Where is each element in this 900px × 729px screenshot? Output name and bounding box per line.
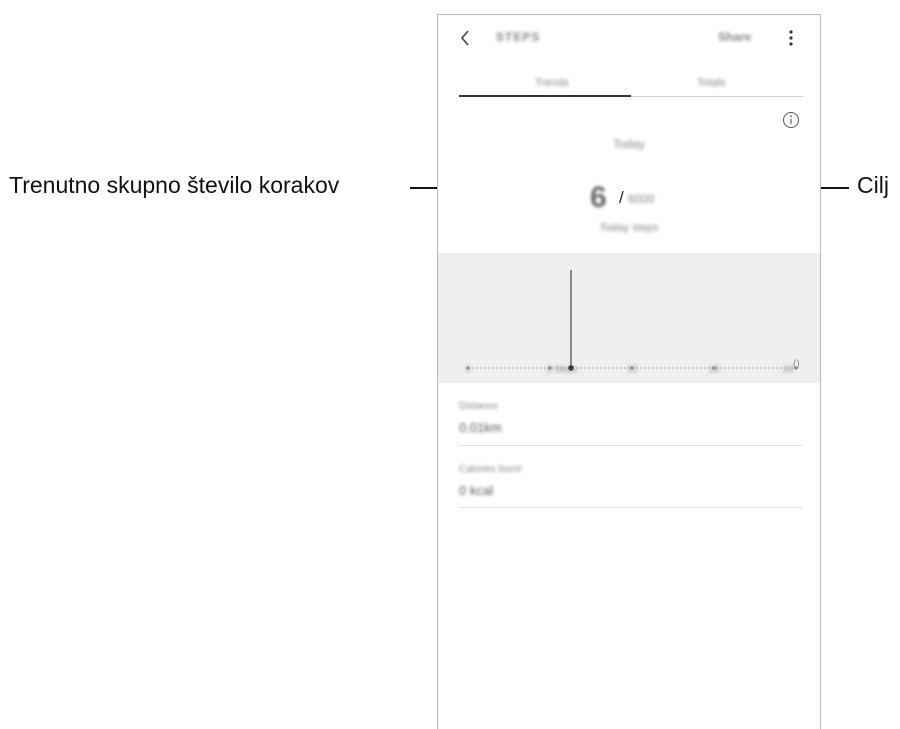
goal-steps: 6000 xyxy=(628,192,655,206)
stat-calories: Calories burnt 0 kcal xyxy=(459,464,803,498)
page-title: STEPS xyxy=(496,30,541,44)
chevron-left-icon[interactable] xyxy=(458,28,472,48)
stat-label: Distance xyxy=(459,401,498,412)
tab-divider xyxy=(631,96,803,97)
stat-divider xyxy=(459,445,803,446)
more-vertical-icon[interactable] xyxy=(788,28,794,48)
tab-totals[interactable]: Totals xyxy=(697,77,726,89)
steps-separator: / xyxy=(619,188,624,207)
app-bar: STEPS Share xyxy=(438,15,820,61)
chart-tick-label: 24 xyxy=(782,364,794,374)
chart-tick-label: 0 xyxy=(465,364,471,374)
stat-value: 0 kcal xyxy=(459,483,493,498)
tab-indicator xyxy=(459,95,631,97)
share-button[interactable]: Share xyxy=(718,30,751,44)
stat-value: 0.01km xyxy=(459,420,502,435)
steps-chart[interactable]: 0 6 Steps 12 18 24 () xyxy=(438,253,820,383)
stat-divider xyxy=(459,507,803,508)
tab-bar: Trends Totals xyxy=(459,73,803,99)
chart-tick-label: 18 xyxy=(708,364,720,374)
phone-screen: STEPS Share Trends Totals Today 6 / 6000… xyxy=(437,14,821,729)
chart-tick-label: 6 Steps xyxy=(546,364,578,374)
stat-label: Calories burnt xyxy=(459,464,522,475)
steps-subtitle: Today steps xyxy=(599,222,659,234)
goal-callout-label: Cilj xyxy=(857,172,889,198)
chart-tick-label: 12 xyxy=(626,364,638,374)
chart-extra-label: () xyxy=(793,359,800,370)
current-steps-callout-label: Trenutno skupno število korakov xyxy=(9,172,340,198)
tab-trends[interactable]: Trends xyxy=(535,77,569,89)
current-steps: 6 xyxy=(590,181,607,214)
day-label: Today xyxy=(612,137,646,151)
info-icon[interactable] xyxy=(782,111,800,129)
stat-distance: Distance 0.01km xyxy=(459,401,803,435)
